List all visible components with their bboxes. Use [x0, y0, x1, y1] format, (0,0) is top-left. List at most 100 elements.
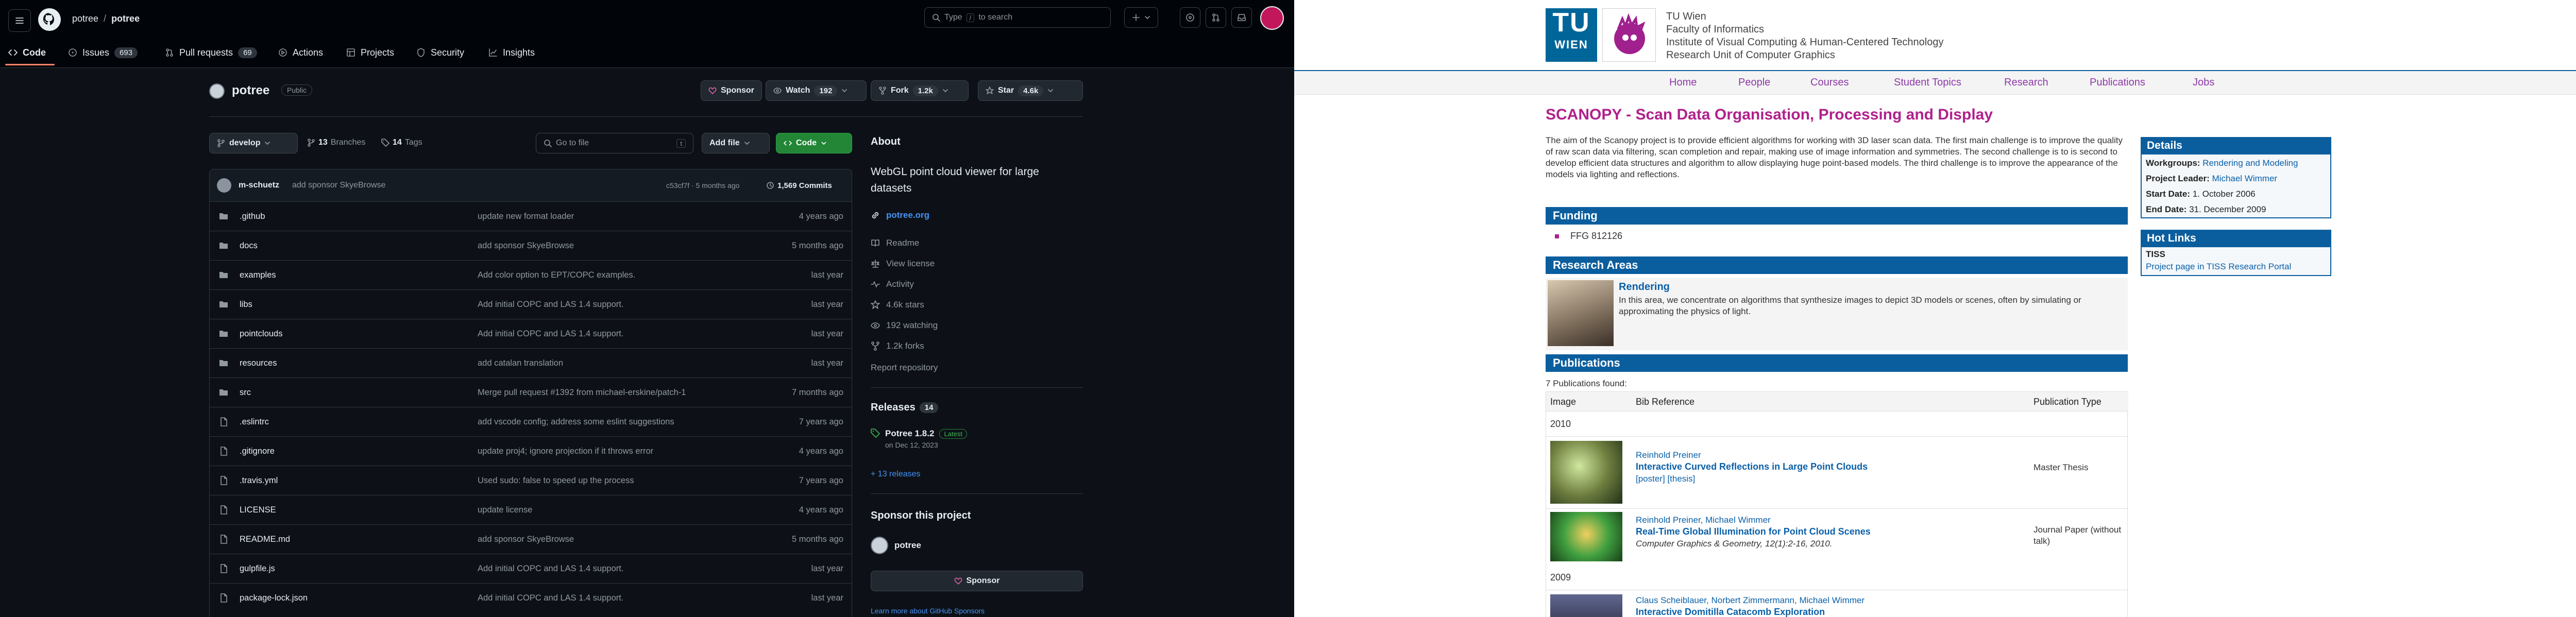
user-avatar[interactable] [1260, 6, 1284, 30]
sponsor-user[interactable]: potree [871, 537, 921, 554]
watch-button[interactable]: Watch 192 [766, 80, 867, 101]
menu-button[interactable] [8, 9, 31, 32]
file-commit-message[interactable]: add vscode config; address some eslint s… [478, 417, 674, 427]
publication-links[interactable]: [poster] [thesis] [1636, 474, 1695, 484]
nav-publications[interactable]: Publications [2090, 70, 2145, 95]
file-commit-message[interactable]: Used sudo: false to speed up the process [478, 476, 634, 486]
add-file-button[interactable]: Add file [702, 133, 770, 153]
file-name[interactable]: LICENSE [240, 505, 276, 515]
file-name[interactable]: .gitignore [240, 447, 275, 456]
detail-value[interactable]: Rendering and Modeling [2202, 158, 2298, 168]
tab-insights[interactable]: Insights [488, 41, 535, 64]
file-row[interactable]: .github update new format loader 4 years a… [210, 201, 852, 231]
go-to-file-input[interactable]: Go to file t [536, 133, 693, 153]
file-name[interactable]: src [240, 388, 251, 398]
sponsor-button[interactable]: Sponsor [701, 80, 762, 101]
github-logo-icon[interactable] [38, 8, 61, 31]
breadcrumb-repo[interactable]: potree [111, 13, 140, 24]
publication-title[interactable]: Real-Time Global Illumination for Point … [1636, 526, 1871, 537]
research-thumbnail[interactable] [1548, 280, 1614, 346]
learn-sponsors-link[interactable]: Learn more about GitHub Sponsors [871, 607, 985, 615]
stars-link[interactable]: 4.6k stars [871, 300, 924, 310]
star-button[interactable]: Star 4.6k [978, 80, 1083, 101]
file-commit-message[interactable]: Add initial COPC and LAS 1.4 support. [478, 593, 623, 603]
nav-student-topics[interactable]: Student Topics [1894, 70, 1961, 95]
nav-home[interactable]: Home [1669, 70, 1697, 95]
license-link[interactable]: View license [871, 259, 935, 269]
file-commit-message[interactable]: Add initial COPC and LAS 1.4 support. [478, 300, 623, 310]
nav-jobs[interactable]: Jobs [2193, 70, 2214, 95]
file-row[interactable]: package-lock.json Add initial COPC and LA… [210, 583, 852, 612]
file-name[interactable]: pointclouds [240, 329, 282, 339]
file-commit-message[interactable]: add catalan translation [478, 358, 563, 368]
hot-link[interactable]: Project page in TISS Research Portal [2146, 261, 2326, 273]
forks-link[interactable]: 1.2k forks [871, 341, 924, 351]
tab-actions[interactable]: Actions [278, 41, 323, 64]
pull-requests-button[interactable] [1206, 7, 1226, 28]
file-name[interactable]: examples [240, 270, 276, 280]
tags-link[interactable]: 14 Tags [381, 138, 422, 147]
file-commit-message[interactable]: add sponsor SkyeBrowse [478, 535, 574, 544]
code-button[interactable]: Code [776, 133, 852, 153]
file-name[interactable]: gulpfile.js [240, 564, 275, 574]
readme-link[interactable]: Readme [871, 238, 919, 248]
file-row[interactable]: pointclouds Add initial COPC and LAS 1.4 … [210, 319, 852, 348]
file-row[interactable]: resources add catalan translation last yea… [210, 348, 852, 378]
file-commit-message[interactable]: add sponsor SkyeBrowse [478, 241, 574, 251]
tab-projects[interactable]: Projects [346, 41, 394, 64]
file-commit-message[interactable]: Merge pull request #1392 from michael-er… [478, 388, 686, 398]
cg-logo-icon[interactable] [1602, 8, 1656, 62]
create-new-button[interactable] [1124, 7, 1158, 28]
homepage-link[interactable]: potree.org [871, 210, 929, 220]
publication-thumbnail[interactable] [1550, 594, 1622, 617]
file-name[interactable]: README.md [240, 535, 290, 544]
research-area-link[interactable]: Rendering [1619, 281, 1670, 293]
file-row[interactable]: src Merge pull request #1392 from michael… [210, 378, 852, 407]
report-repository-link[interactable]: Report repository [871, 363, 938, 373]
file-commit-message[interactable]: Add initial COPC and LAS 1.4 support. [478, 564, 623, 574]
copilot-button[interactable] [1180, 7, 1200, 28]
tu-logo[interactable]: TU WIEN [1546, 8, 1597, 62]
file-commit-message[interactable]: Add initial COPC and LAS 1.4 support. [478, 329, 623, 339]
tab-pull-requests[interactable]: Pull requests 69 [165, 41, 257, 64]
tab-code[interactable]: Code [8, 41, 46, 64]
publication-authors[interactable]: Reinhold Preiner, Michael Wimmer [1636, 515, 1771, 525]
file-name[interactable]: libs [240, 300, 252, 310]
latest-release[interactable]: Potree 1.8.2 Latest on Dec 12, 2023 [871, 429, 967, 449]
nav-research[interactable]: Research [2004, 70, 2048, 95]
file-name[interactable]: resources [240, 358, 277, 368]
publication-title[interactable]: Interactive Curved Reflections in Large … [1636, 461, 1868, 472]
file-row[interactable]: README.md add sponsor SkyeBrowse 5 months … [210, 524, 852, 554]
file-name[interactable]: .travis.yml [240, 476, 278, 486]
search-input[interactable]: Type / to search [924, 7, 1111, 28]
releases-heading[interactable]: Releases 14 [871, 402, 939, 414]
inbox-button[interactable] [1231, 7, 1252, 28]
activity-link[interactable]: Activity [871, 279, 914, 289]
publication-authors[interactable]: Claus Scheiblauer, Norbert Zimmermann, M… [1636, 595, 1865, 606]
file-name[interactable]: .github [240, 212, 265, 221]
file-row[interactable]: LICENSE update license 4 years ago [210, 495, 852, 524]
file-row[interactable]: examples Add color option to EPT/COPC exa… [210, 260, 852, 289]
file-name[interactable]: docs [240, 241, 258, 251]
commit-message[interactable]: add sponsor SkyeBrowse [292, 181, 385, 190]
file-commit-message[interactable]: update proj4; ignore projection if it th… [478, 447, 653, 456]
file-commit-message[interactable]: Add color option to EPT/COPC examples. [478, 270, 635, 280]
publication-authors[interactable]: Reinhold Preiner [1636, 450, 1701, 460]
tab-security[interactable]: Security [416, 41, 464, 64]
nav-courses[interactable]: Courses [1810, 70, 1849, 95]
commit-hash-time[interactable]: c53cf7f · 5 months ago [666, 181, 739, 190]
branch-selector[interactable]: develop [209, 133, 298, 153]
repo-name[interactable]: potree [232, 83, 269, 98]
file-row[interactable]: gulpfile.js Add initial COPC and LAS 1.4 … [210, 554, 852, 583]
more-releases-link[interactable]: + 13 releases [871, 470, 921, 479]
file-commit-message[interactable]: update license [478, 505, 532, 515]
fork-button[interactable]: Fork 1.2k [871, 80, 969, 101]
file-row[interactable]: .travis.yml Used sudo: false to speed up … [210, 466, 852, 495]
publication-thumbnail[interactable] [1550, 441, 1622, 504]
commits-link[interactable]: 1,569 Commits [766, 181, 832, 190]
file-row[interactable]: .eslintrc add vscode config; address some… [210, 407, 852, 436]
branches-link[interactable]: 13 Branches [307, 138, 365, 147]
watchers-link[interactable]: 192 watching [871, 320, 938, 331]
file-row[interactable]: docs add sponsor SkyeBrowse 5 months ago [210, 231, 852, 260]
publication-title[interactable]: Interactive Domitilla Catacomb Explorati… [1636, 607, 1825, 617]
